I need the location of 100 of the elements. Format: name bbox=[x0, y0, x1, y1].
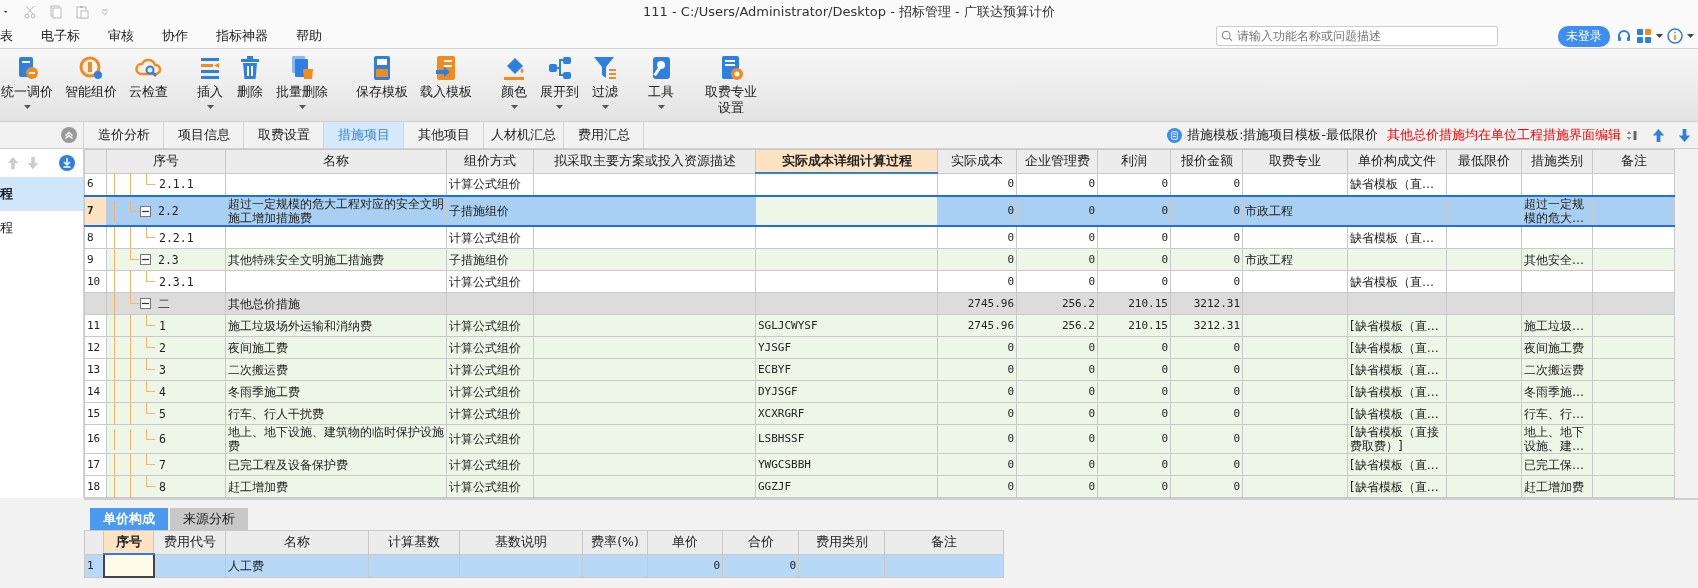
sequence-number: 5 bbox=[159, 406, 166, 421]
table-cell: 已完工程及设备保护费 bbox=[225, 453, 447, 476]
row-number: 7 bbox=[84, 196, 107, 226]
sequence-number: 2.1.1 bbox=[159, 177, 194, 192]
sequence-number: 4 bbox=[159, 384, 166, 399]
tree-line bbox=[146, 476, 155, 487]
collapse-toggle[interactable] bbox=[140, 254, 151, 265]
column-header[interactable]: 费用代号 bbox=[153, 530, 226, 554]
window-title: 111 - C:/Users/Administrator/Desktop - 招标管理 - 广联达预算计价 bbox=[643, 3, 1055, 21]
row-number: 10 bbox=[84, 270, 107, 293]
table-cell: 行车、行人干扰费 bbox=[225, 402, 447, 425]
arrow-up-icon[interactable] bbox=[1651, 127, 1666, 143]
column-header[interactable]: 报价金额 bbox=[1170, 149, 1243, 173]
sequence-number: 2.3.1 bbox=[159, 274, 194, 289]
toolbar-button[interactable]: 云检查 bbox=[126, 54, 171, 109]
column-header[interactable]: 费率(%) bbox=[582, 530, 648, 554]
table-cell: [缺省模板（直接费取费）] bbox=[1347, 424, 1447, 454]
menu-item[interactable]: 帮助 bbox=[296, 27, 336, 45]
table-cell: YJSGF bbox=[755, 336, 938, 359]
row-number: 12 bbox=[84, 336, 107, 359]
column-header[interactable]: 措施类别 bbox=[1521, 149, 1593, 173]
search-icon bbox=[1221, 30, 1233, 42]
column-header[interactable]: 费用类别 bbox=[798, 530, 885, 554]
toolbar-button[interactable]: 过滤 bbox=[588, 54, 622, 109]
table-cell: 超过一定规模的危大… bbox=[1521, 196, 1593, 226]
collapse-toggle[interactable] bbox=[140, 298, 151, 309]
column-header[interactable]: 拟采取主要方案或投入资源描述 bbox=[533, 149, 756, 173]
collapse-icon[interactable] bbox=[61, 127, 77, 143]
toolbar-button[interactable]: 插入 bbox=[193, 54, 227, 109]
document-icon bbox=[1167, 127, 1183, 143]
column-header[interactable]: 实际成本详细计算过程 bbox=[755, 149, 938, 173]
row-number: 14 bbox=[84, 380, 107, 403]
toolbar-button[interactable]: 删除 bbox=[233, 54, 267, 109]
toolbar-button[interactable]: 取费专业设置 bbox=[700, 54, 761, 116]
table-cell: 计算公式组价 bbox=[446, 424, 534, 454]
column-header[interactable]: 单价 bbox=[647, 530, 723, 554]
table-cell: 其他总价措施 bbox=[225, 292, 447, 315]
caret-icon[interactable] bbox=[1687, 34, 1694, 38]
table-cell: 0 bbox=[1016, 196, 1098, 226]
table-cell: 0 bbox=[1170, 424, 1243, 454]
tree-line bbox=[146, 337, 155, 348]
toolbar-button[interactable]: 工具 bbox=[644, 54, 678, 109]
toolbar-button[interactable]: 批量删除 bbox=[273, 54, 331, 109]
headset-icon[interactable] bbox=[1616, 28, 1632, 44]
column-header[interactable]: 基数说明 bbox=[459, 530, 583, 554]
sidebar-item[interactable]: 程 bbox=[0, 177, 83, 211]
column-header[interactable]: 备注 bbox=[1592, 149, 1675, 173]
column-header[interactable]: 计算基数 bbox=[368, 530, 460, 554]
row-number: 11 bbox=[84, 314, 107, 337]
toolbar-button[interactable]: 保存模板 bbox=[353, 54, 411, 100]
table-cell: 0 bbox=[1097, 424, 1171, 454]
toolbar-button[interactable]: 智能组价 bbox=[62, 54, 120, 109]
table-cell: 超过一定规模的危大工程对应的安全文明施工增加措施费 bbox=[225, 196, 447, 226]
download-icon[interactable] bbox=[59, 155, 75, 171]
toolbar-button[interactable]: 统一调价 bbox=[0, 54, 56, 109]
menu-item[interactable]: 表 bbox=[0, 27, 27, 45]
notice-text: 其他总价措施均在单位工程措施界面编辑 bbox=[1387, 126, 1621, 144]
column-header[interactable]: 序号 bbox=[106, 149, 226, 173]
toolbar-button[interactable]: 展开到 bbox=[537, 54, 582, 109]
caret-icon[interactable] bbox=[1656, 34, 1663, 38]
column-header[interactable]: 备注 bbox=[884, 530, 1004, 554]
column-header[interactable]: 企业管理费 bbox=[1016, 149, 1098, 173]
tree-line bbox=[146, 315, 155, 326]
sequence-number: 2.3 bbox=[158, 252, 179, 267]
menu-item[interactable]: 协作 bbox=[162, 27, 202, 45]
table-cell: DYJSGF bbox=[755, 380, 938, 403]
column-header[interactable]: 组价方式 bbox=[446, 149, 534, 173]
sequence-number: 6 bbox=[159, 432, 166, 446]
column-header[interactable]: 名称 bbox=[225, 149, 447, 173]
column-header[interactable]: 利润 bbox=[1097, 149, 1171, 173]
toolbar-button[interactable]: 颜色 bbox=[497, 54, 531, 109]
apps-icon[interactable] bbox=[1636, 28, 1652, 44]
table-cell: 其他特殊安全文明施工措施费 bbox=[225, 248, 447, 271]
info-icon[interactable] bbox=[1667, 28, 1683, 44]
tree-line bbox=[146, 227, 155, 238]
column-header[interactable]: 最低限价 bbox=[1446, 149, 1522, 173]
tree-line bbox=[146, 454, 155, 465]
menu-item[interactable]: 审核 bbox=[108, 27, 148, 45]
column-header[interactable]: 实际成本 bbox=[937, 149, 1017, 173]
column-header[interactable]: 单价构成文件 bbox=[1347, 149, 1447, 173]
row-number: 17 bbox=[84, 453, 107, 476]
column-header[interactable]: 合价 bbox=[722, 530, 799, 554]
table-cell: 0 bbox=[937, 424, 1017, 454]
table-cell: 二次搬运费 bbox=[225, 358, 447, 381]
menu-item[interactable]: 电子标 bbox=[41, 27, 94, 45]
arrow-down-icon[interactable] bbox=[1677, 127, 1692, 143]
table-cell: 市政工程 bbox=[1242, 196, 1348, 226]
table-cell: ECBYF bbox=[755, 358, 938, 381]
sequence-number: 8 bbox=[159, 479, 166, 494]
tab[interactable]: 来源分析 bbox=[170, 508, 248, 530]
template-info: 措施模板:措施项目模板-最低限价 bbox=[1187, 126, 1378, 144]
column-header[interactable]: 取费专业 bbox=[1242, 149, 1348, 173]
column-header[interactable]: 名称 bbox=[225, 530, 369, 554]
search-field[interactable]: 请输入功能名称或问题描述 bbox=[1216, 26, 1498, 46]
row-number: 9 bbox=[84, 248, 107, 271]
table-cell: 地上、地下设施、建… bbox=[1521, 424, 1593, 454]
collapse-toggle[interactable] bbox=[140, 205, 151, 217]
column-header[interactable]: 序号 bbox=[103, 530, 154, 554]
toolbar-button[interactable]: 载入模板 bbox=[417, 54, 475, 100]
menu-item[interactable]: 指标神器 bbox=[216, 27, 282, 45]
